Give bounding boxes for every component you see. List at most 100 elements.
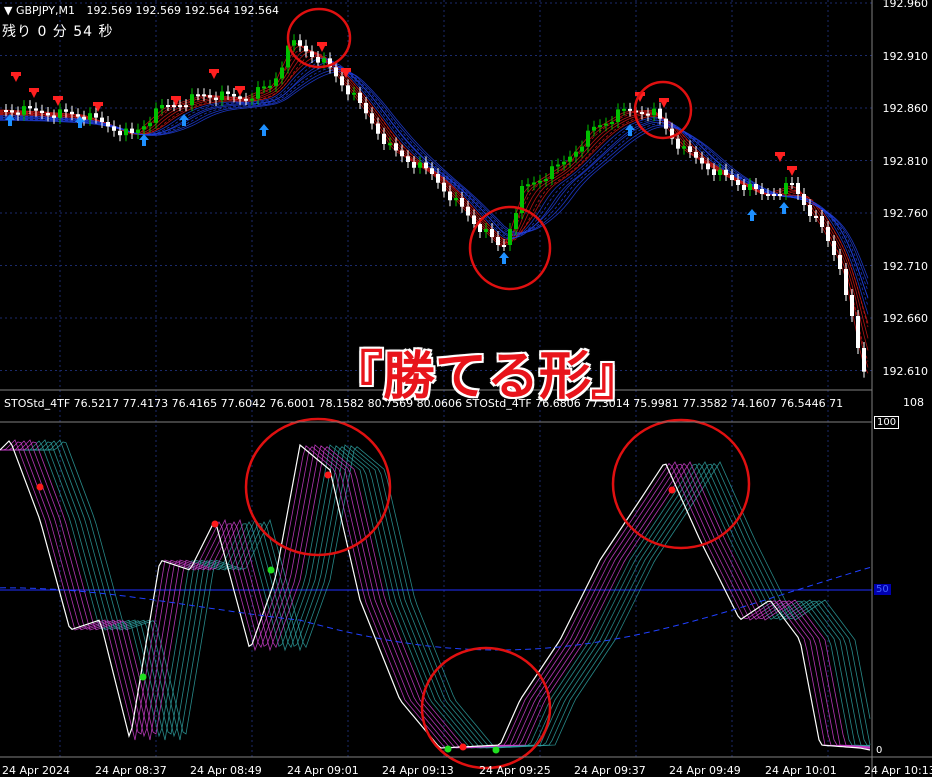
indicator-level-50: 50	[874, 584, 891, 595]
candle-body	[4, 110, 8, 112]
chart-window[interactable]: ▼ GBPJPY,M1 192.569 192.569 192.564 192.…	[0, 0, 932, 777]
candle-body	[850, 295, 854, 316]
candle-body	[436, 174, 440, 183]
candle-body	[64, 109, 68, 112]
ma-line	[0, 47, 869, 362]
candle-body	[154, 108, 158, 123]
candle-body	[10, 110, 14, 113]
candle-body	[178, 105, 182, 108]
candle-body	[544, 179, 548, 181]
candle-body	[118, 130, 122, 136]
candle-body	[46, 113, 50, 116]
candle-body	[196, 94, 200, 97]
candle-body	[442, 182, 446, 192]
candle-body	[340, 76, 344, 86]
sell-signal-dot	[324, 471, 332, 479]
candle-body	[334, 67, 338, 77]
candle-body	[40, 110, 44, 113]
price-scale-label: 192.610	[882, 364, 929, 378]
candle-body	[364, 103, 368, 114]
candle-body	[238, 96, 242, 99]
candle-body	[268, 85, 272, 88]
buy-arrow-icon	[779, 202, 789, 214]
candle-body	[202, 94, 206, 97]
time-axis-label: 24 Apr 10:13	[864, 764, 932, 777]
time-axis-label: 24 Apr 10:01	[765, 764, 837, 777]
candle-body	[160, 105, 164, 109]
price-scale-label: 192.810	[882, 154, 929, 168]
candle-body	[532, 182, 536, 185]
candle-body	[562, 161, 566, 165]
sell-arrow-icon	[29, 88, 39, 98]
candle-body	[280, 67, 284, 79]
candle-body	[694, 152, 698, 158]
sell-arrow-icon	[93, 102, 103, 112]
candle-body	[610, 122, 614, 124]
ma-line	[0, 42, 869, 374]
candle-body	[742, 185, 746, 190]
candle-body	[124, 128, 128, 136]
candle-body	[460, 198, 464, 207]
candle-body	[142, 126, 146, 130]
candle-body	[400, 150, 404, 157]
candle-body	[508, 229, 512, 245]
candle-body	[550, 166, 554, 179]
symbol-label: GBPJPY,M1	[15, 4, 76, 17]
candle-body	[274, 78, 278, 86]
candle-body	[526, 184, 530, 187]
candle-body	[52, 115, 56, 118]
dropdown-triangle-icon[interactable]: ▼	[4, 4, 12, 17]
candle-body	[94, 113, 98, 118]
candle-body	[184, 105, 188, 108]
candle-body	[298, 40, 302, 46]
candle-body	[466, 206, 470, 216]
sell-signal-dot	[668, 486, 676, 494]
buy-arrow-icon	[625, 124, 635, 136]
candle-body	[70, 111, 74, 115]
time-axis-label: 24 Apr 09:49	[669, 764, 741, 777]
candle-body	[490, 229, 494, 237]
candle-body	[100, 117, 104, 122]
candle-body	[304, 45, 308, 52]
candle-body	[292, 40, 296, 46]
candle-body	[430, 168, 434, 174]
candle-body	[454, 198, 458, 201]
buy-signal-dot	[492, 746, 500, 754]
sell-arrow-icon	[209, 69, 219, 79]
candle-body	[232, 93, 236, 97]
candle-body	[832, 241, 836, 255]
candle-body	[616, 109, 620, 122]
candle-body	[244, 98, 248, 101]
indicator-level-0: 0	[876, 745, 883, 756]
candle-body	[598, 125, 602, 128]
buy-arrow-icon	[747, 209, 757, 221]
buy-arrow-icon	[259, 124, 269, 136]
candle-body	[448, 191, 452, 201]
symbol-header: ▼ GBPJPY,M1 192.569 192.569 192.564 192.…	[4, 4, 279, 17]
price-scale-label: 192.910	[882, 49, 929, 63]
sell-signal-dot	[36, 483, 44, 491]
price-scale-label: 192.710	[882, 259, 929, 273]
candle-body	[514, 213, 518, 229]
candle-body	[34, 108, 38, 111]
candle-body	[802, 194, 806, 205]
buy-signal-dot	[444, 745, 452, 753]
candle-body	[382, 133, 386, 144]
sell-arrow-icon	[317, 42, 327, 52]
time-axis-label: 24 Apr 2024	[2, 764, 71, 777]
candle-body	[622, 108, 626, 111]
indicator-scale-top: 108	[903, 396, 924, 409]
candle-body	[226, 91, 230, 94]
candle-body	[688, 146, 692, 152]
candle-body	[766, 194, 770, 196]
sell-arrow-icon	[235, 86, 245, 96]
stochastic-lines	[0, 439, 871, 751]
candle-body	[712, 169, 716, 175]
candle-body	[580, 146, 584, 152]
candle-body	[856, 316, 860, 348]
time-axis-label: 24 Apr 08:49	[190, 764, 262, 777]
candle-body	[394, 143, 398, 151]
candle-body	[22, 106, 26, 115]
candle-body	[190, 94, 194, 106]
candle-body	[106, 122, 110, 127]
